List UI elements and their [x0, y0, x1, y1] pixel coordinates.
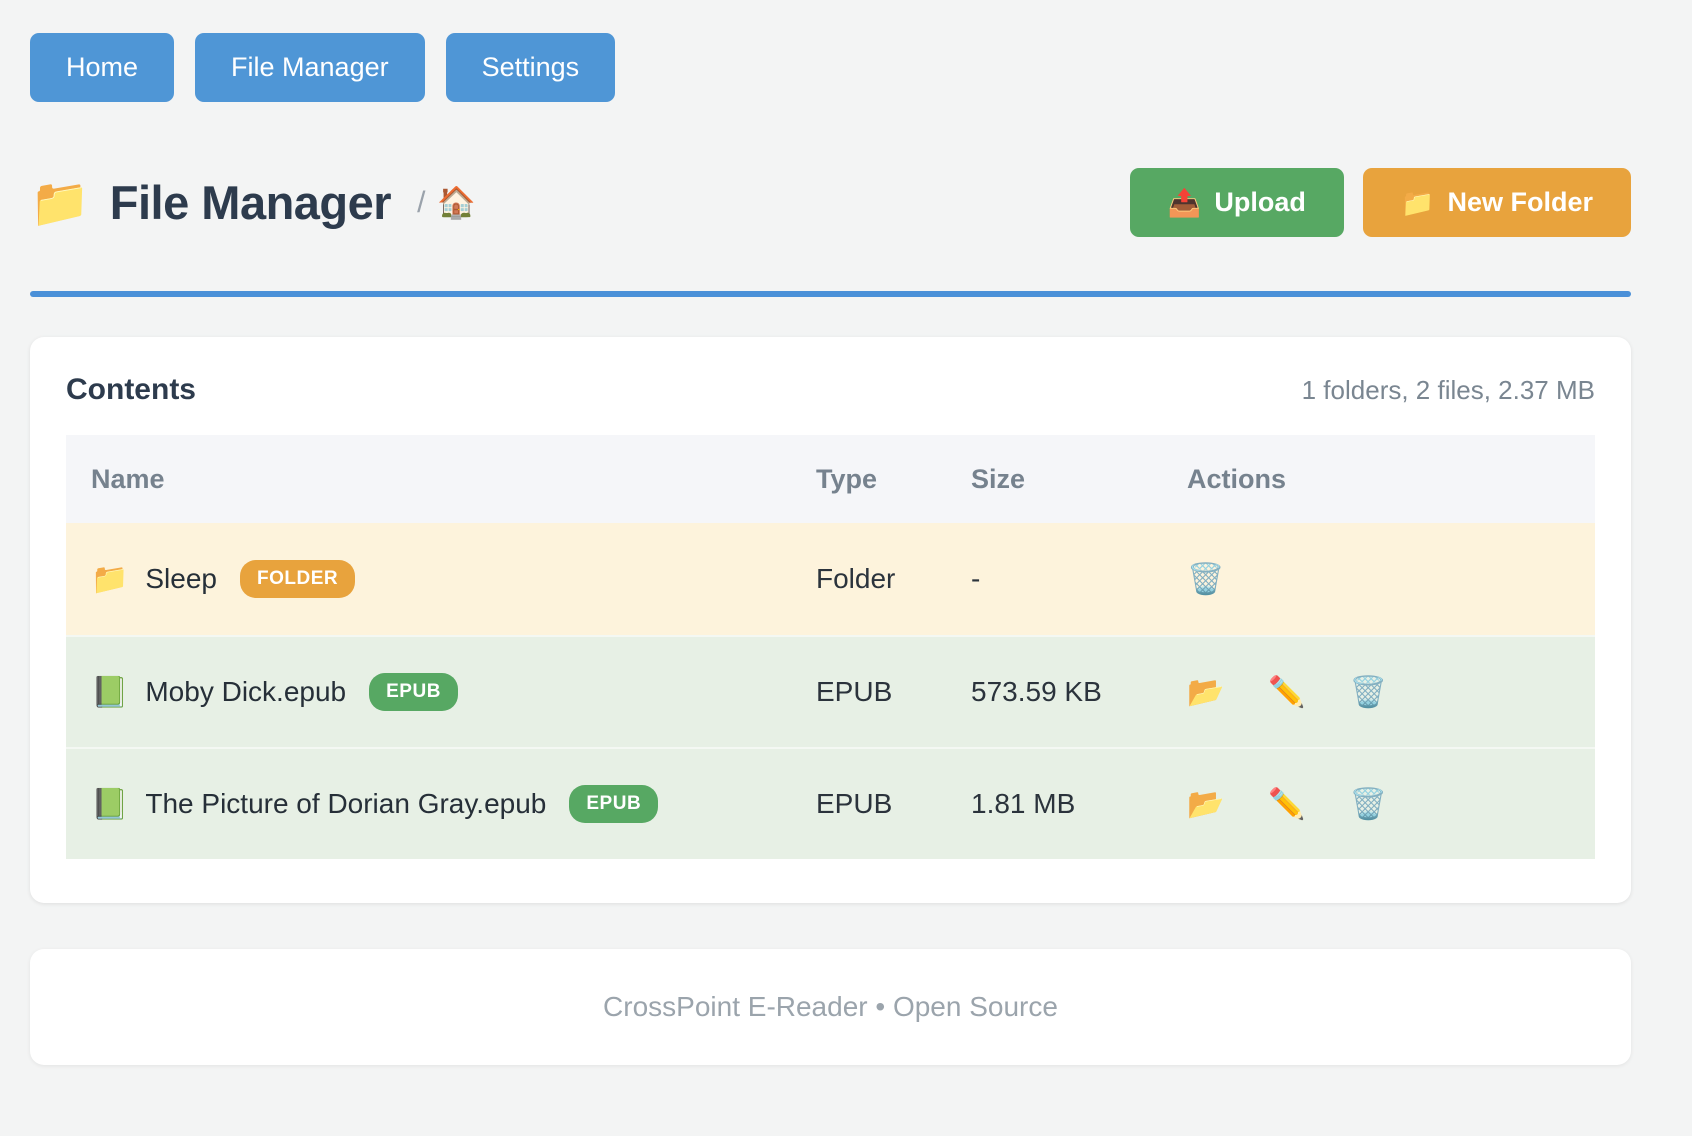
size-cell: 1.81 MB [969, 788, 1185, 820]
new-folder-button[interactable]: 📁 New Folder [1363, 168, 1631, 237]
table-row[interactable]: 📗Moby Dick.epubEPUBEPUB573.59 KB📂✏️🗑️ [66, 635, 1595, 747]
delete-icon[interactable]: 🗑️ [1350, 787, 1387, 822]
table-row[interactable]: 📁 Sleep FOLDER Folder-🗑️ [66, 523, 1595, 635]
name-cell: 📁 Sleep FOLDER [66, 560, 814, 598]
column-header-type: Type [814, 464, 969, 495]
folder-icon: 📁 [91, 562, 128, 597]
move-icon[interactable]: 📂 [1187, 787, 1224, 822]
upload-button-label: Upload [1214, 187, 1306, 218]
contents-summary: 1 folders, 2 files, 2.37 MB [1302, 375, 1595, 406]
table-header-row: Name Type Size Actions [66, 435, 1595, 523]
title-underline [30, 291, 1631, 297]
table-row[interactable]: 📗 The Picture of Dorian Gray.epub EPUB EPUB… [66, 747, 1595, 859]
table-body: 📁SleepFOLDERFolder-🗑️📗Moby Dick.epubEPUB… [66, 523, 1595, 859]
nav-button-file-manager[interactable]: File Manager [195, 33, 425, 102]
column-header-name: Name [66, 464, 814, 495]
type-cell: EPUB [814, 676, 969, 708]
type-badge: EPUB [569, 785, 658, 823]
page-header: 📁 File Manager / 🏠 📤 Upload 📁 New Folder [30, 168, 1631, 237]
delete-icon[interactable]: 🗑️ [1187, 562, 1224, 597]
name-cell: 📗 The Picture of Dorian Gray.epub EPUB [66, 785, 814, 823]
type-cell: Folder [814, 563, 969, 595]
page-title: File Manager [110, 175, 391, 230]
item-name[interactable]: The Picture of Dorian Gray.epub [145, 788, 546, 820]
actions-cell: 🗑️ [1185, 562, 1595, 597]
contents-card-header: Contents 1 folders, 2 files, 2.37 MB [66, 373, 1595, 407]
delete-icon[interactable]: 🗑️ [1350, 675, 1387, 710]
type-badge: FOLDER [240, 560, 355, 598]
size-cell: - [969, 563, 1185, 595]
file-table: Name Type Size Actions 📁 Sleep FOLDER Folde… [66, 435, 1595, 859]
type-badge: EPUB [369, 673, 458, 711]
breadcrumb-separator: / [417, 186, 425, 220]
actions-cell: 📂 ✏️ 🗑️ [1185, 675, 1595, 710]
book-icon: 📗 [91, 675, 128, 710]
page: Home File Manager Settings 📁 File Manager … [0, 0, 1692, 1065]
item-name[interactable]: Sleep [145, 563, 217, 595]
folder-icon: 📁 [30, 174, 90, 231]
nav-button-home[interactable]: Home [30, 33, 174, 102]
contents-card: Contents 1 folders, 2 files, 2.37 MB Nam… [30, 337, 1631, 903]
upload-button[interactable]: 📤 Upload [1130, 168, 1344, 237]
title-group: 📁 File Manager / 🏠 [30, 174, 476, 231]
move-icon[interactable]: 📂 [1187, 675, 1224, 710]
new-folder-button-label: New Folder [1447, 187, 1593, 218]
footer-text: CrossPoint E-Reader • Open Source [603, 991, 1058, 1023]
book-icon: 📗 [91, 787, 128, 822]
column-header-actions: Actions [1185, 464, 1595, 495]
rename-icon[interactable]: ✏️ [1268, 675, 1305, 710]
nav-button-settings[interactable]: Settings [446, 33, 616, 102]
new-folder-icon: 📁 [1401, 187, 1435, 219]
contents-title: Contents [66, 373, 196, 407]
footer: CrossPoint E-Reader • Open Source [30, 949, 1631, 1065]
column-header-size: Size [969, 464, 1185, 495]
actions-cell: 📂 ✏️ 🗑️ [1185, 787, 1595, 822]
top-nav: Home File Manager Settings [30, 33, 1631, 102]
home-icon[interactable]: 🏠 [437, 184, 476, 221]
header-actions: 📤 Upload 📁 New Folder [1130, 168, 1631, 237]
name-cell: 📗 Moby Dick.epub EPUB [66, 673, 814, 711]
item-name[interactable]: Moby Dick.epub [145, 676, 346, 708]
rename-icon[interactable]: ✏️ [1268, 787, 1305, 822]
upload-icon: 📤 [1168, 187, 1202, 219]
type-cell: EPUB [814, 788, 969, 820]
size-cell: 573.59 KB [969, 676, 1185, 708]
breadcrumb: / 🏠 [417, 184, 476, 221]
